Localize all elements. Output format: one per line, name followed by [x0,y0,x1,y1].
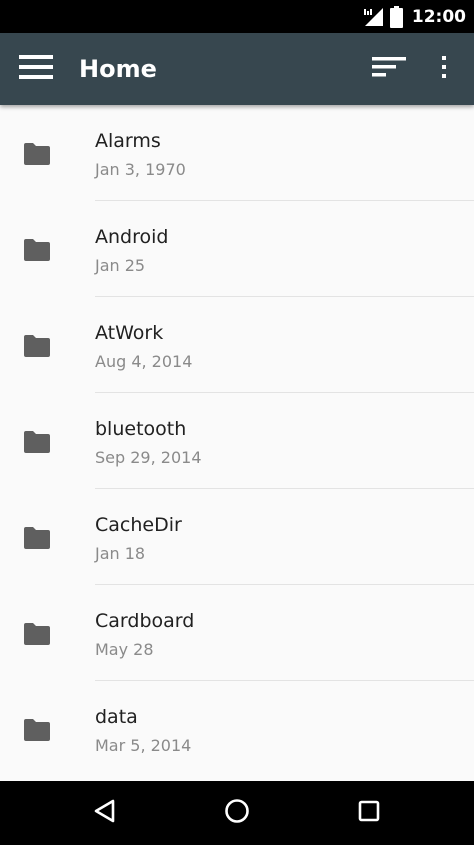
file-date: Aug 4, 2014 [95,352,193,371]
recents-icon [356,798,382,828]
file-date: Jan 3, 1970 [95,160,186,179]
file-date: Sep 29, 2014 [95,448,202,467]
status-time: 12:00 [411,6,466,27]
list-item[interactable]: bluetooth Sep 29, 2014 [0,393,474,489]
file-name: AtWork [95,322,164,344]
file-name: Alarms [95,130,161,152]
file-date: Mar 5, 2014 [95,736,192,755]
folder-icon [23,430,51,454]
folder-icon [23,718,51,742]
battery-icon [389,5,403,28]
folder-icon [23,334,51,358]
list-item[interactable]: Cardboard May 28 [0,585,474,681]
folder-icon [23,238,51,262]
status-icons: 12:00 [356,0,466,33]
file-name: CacheDir [95,514,182,536]
signal-icon [362,7,384,27]
sort-button[interactable] [366,49,412,89]
page-title: Home [79,55,157,83]
home-icon [223,797,251,829]
folder-icon [23,142,51,166]
menu-button[interactable] [14,49,58,89]
list-item[interactable]: AtWork Aug 4, 2014 [0,297,474,393]
file-date: Jan 18 [95,544,146,563]
recents-button[interactable] [349,793,389,833]
folder-icon [23,526,51,550]
folder-icon [23,622,51,646]
file-list[interactable]: Alarms Jan 3, 1970 Android Jan 25 AtWork… [0,105,474,781]
list-item[interactable]: data Mar 5, 2014 [0,681,474,777]
more-options-button[interactable] [428,49,460,89]
file-name: bluetooth [95,418,187,440]
file-name: data [95,706,138,728]
home-button[interactable] [217,793,257,833]
screen: 12:00 Home Alarms Jan 3, 1970 Android Ja… [0,0,474,845]
navigation-bar [0,781,474,845]
status-bar: 12:00 [0,0,474,33]
list-item[interactable]: Android Jan 25 [0,201,474,297]
back-icon [92,798,118,828]
menu-icon [19,54,53,84]
list-item[interactable]: Alarms Jan 3, 1970 [0,105,474,201]
file-date: Jan 25 [95,256,146,275]
file-name: Android [95,226,169,248]
file-date: May 28 [95,640,154,659]
file-name: Cardboard [95,610,195,632]
list-item[interactable]: CacheDir Jan 18 [0,489,474,585]
sort-icon [372,55,406,83]
back-button[interactable] [85,793,125,833]
more-vert-icon [440,55,448,83]
app-toolbar: Home [0,33,474,105]
